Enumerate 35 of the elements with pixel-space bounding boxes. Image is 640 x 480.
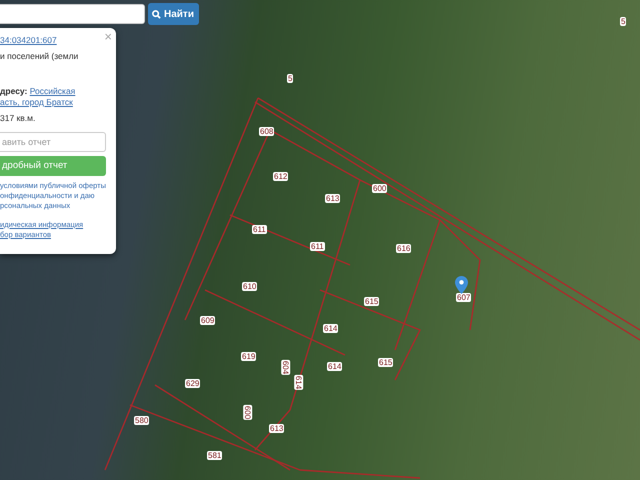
parcel-number-label: 613 <box>325 194 340 203</box>
parcel-number-label: 580 <box>134 416 150 425</box>
search-icon <box>152 10 161 18</box>
parcel-number-label: 611 <box>252 225 267 234</box>
parcel-number-label: 614 <box>327 362 342 371</box>
parcel-number-label: 615 <box>364 297 380 306</box>
area-text: 317 кв.м. <box>0 112 36 124</box>
address-link[interactable]: Российская <box>30 86 76 96</box>
cadastral-number-link[interactable]: 34:034201:607 <box>0 35 57 46</box>
parcel-number-label: 581 <box>207 451 222 460</box>
category-text: и поселений (земли <box>0 50 80 62</box>
parcel-number-label: 611 <box>310 242 325 251</box>
parcel-number-label: 614 <box>294 374 304 390</box>
location-pin-icon[interactable] <box>455 276 468 294</box>
email-field[interactable]: авить отчет <box>0 132 106 152</box>
search-field[interactable] <box>0 4 145 24</box>
parcel-number-label: 629 <box>185 379 200 388</box>
parcel-number-label: 600 <box>243 404 252 420</box>
address-link[interactable]: асть, город Братск <box>0 96 73 107</box>
parcel-number-label: 600 <box>372 184 388 193</box>
parcel-number-label: 616 <box>396 244 412 253</box>
parcel-number-label: 609 <box>200 316 216 325</box>
parcel-number-label: 619 <box>241 352 256 361</box>
parcel-number-label: 5 <box>620 17 626 26</box>
parcel-number-label: 612 <box>273 172 288 181</box>
parcel-number-label: 610 <box>242 282 258 291</box>
search-button[interactable]: Найти <box>148 3 199 25</box>
parcel-number-label: 607 <box>456 293 472 302</box>
parcel-number-label: 613 <box>269 424 284 433</box>
parcel-number-label: 608 <box>259 127 274 136</box>
parcel-number-label: 614 <box>323 324 338 333</box>
parcel-number-label: 604 <box>281 360 290 376</box>
parcel-number-label: 5 <box>287 74 294 83</box>
parcel-number-label: 615 <box>378 358 394 367</box>
address-label: дресу: <box>0 86 28 96</box>
